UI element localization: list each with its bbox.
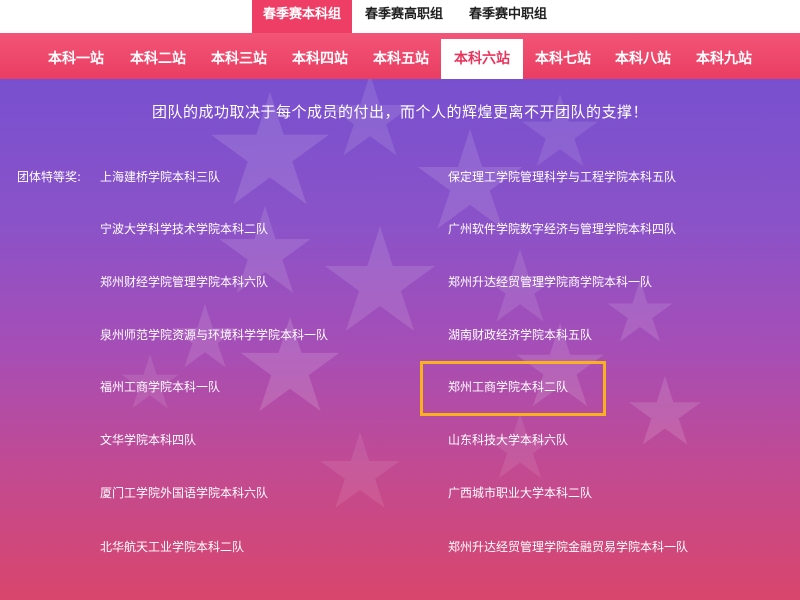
team-name: 上海建桥学院本科三队 bbox=[100, 170, 221, 184]
team-name: 郑州升达经贸管理学院金融贸易学院本科一队 bbox=[448, 540, 689, 554]
tab-spring-higher-vocational[interactable]: 春季赛高职组 bbox=[352, 0, 456, 33]
tab-spring-secondary-vocational[interactable]: 春季赛中职组 bbox=[456, 0, 560, 33]
highlight-frame bbox=[420, 361, 606, 416]
tab-station-2[interactable]: 本科二站 bbox=[117, 39, 199, 79]
team-motto: 团队的成功取决于每个成员的付出，而个人的辉煌更离不开团队的支撑！ bbox=[151, 103, 648, 121]
tab-station-4[interactable]: 本科四站 bbox=[279, 39, 361, 79]
team-name: 湖南财政经济学院本科五队 bbox=[448, 328, 593, 342]
team-name: 福州工商学院本科一队 bbox=[100, 380, 221, 394]
tab-station-5[interactable]: 本科五站 bbox=[361, 39, 441, 79]
team-name: 厦门工学院外国语学院本科六队 bbox=[100, 486, 269, 500]
team-name: 保定理工学院管理科学与工程学院本科五队 bbox=[448, 170, 677, 184]
team-name: 郑州财经学院管理学院本科六队 bbox=[100, 275, 269, 289]
tab-station-1[interactable]: 本科一站 bbox=[35, 39, 117, 79]
tab-station-6[interactable]: 本科六站 bbox=[441, 39, 523, 79]
tab-spring-undergrad[interactable]: 春季赛本科组 bbox=[252, 0, 352, 33]
tab-station-9[interactable]: 本科九站 bbox=[683, 39, 765, 79]
award-category-label: 团体特等奖: bbox=[17, 170, 82, 184]
team-name: 广州软件学院数字经济与管理学院本科四队 bbox=[448, 222, 677, 236]
station-tab-bar: 本科一站 本科二站 本科三站 本科四站 本科五站 本科六站 本科七站 本科八站 … bbox=[0, 33, 800, 79]
team-name: 郑州升达经贸管理学院商学院本科一队 bbox=[448, 275, 653, 289]
team-name: 山东科技大学本科六队 bbox=[448, 433, 569, 447]
team-name: 广西城市职业大学本科二队 bbox=[448, 486, 593, 500]
tab-station-3[interactable]: 本科三站 bbox=[199, 39, 279, 79]
group-tab-bar: 春季赛本科组 春季赛高职组 春季赛中职组 bbox=[0, 0, 800, 33]
team-name: 泉州师范学院资源与环境科学学院本科一队 bbox=[100, 328, 329, 342]
team-name: 北华航天工业学院本科二队 bbox=[100, 540, 245, 554]
tab-station-7[interactable]: 本科七站 bbox=[523, 39, 603, 79]
team-name: 宁波大学科学技术学院本科二队 bbox=[100, 222, 269, 236]
tab-station-8[interactable]: 本科八站 bbox=[603, 39, 683, 79]
award-panel: 团队的成功取决于每个成员的付出，而个人的辉煌更离不开团队的支撑！ 团体特等奖: … bbox=[0, 79, 800, 600]
team-name: 文华学院本科四队 bbox=[100, 433, 197, 447]
